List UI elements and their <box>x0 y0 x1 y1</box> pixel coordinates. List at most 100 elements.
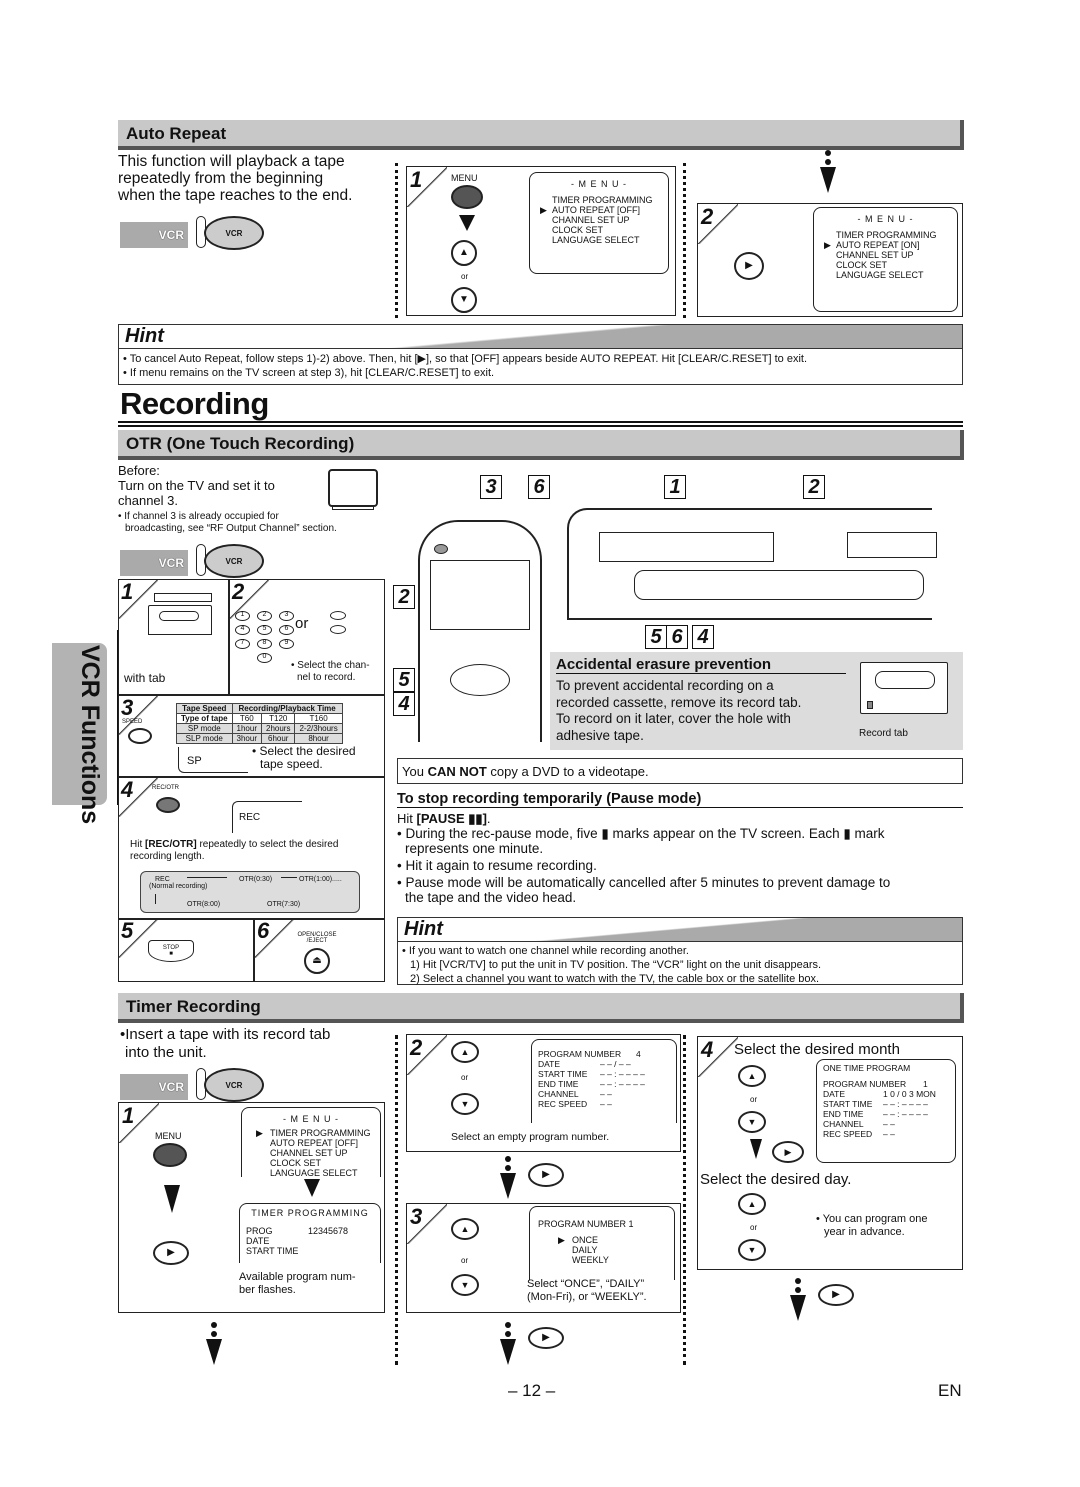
play-button[interactable]: ▶ <box>734 252 764 280</box>
otr-step-4: 4 REC/OTR REC Hit [REC/OTR] repeatedly t… <box>118 777 385 918</box>
down-button[interactable]: ▼ <box>451 287 477 313</box>
step-number: 1 <box>122 1103 135 1128</box>
pause-bullets: • During the rec-pause mode, five ▮ mark… <box>397 826 963 905</box>
up-button[interactable]: ▲ <box>451 1041 479 1063</box>
play-button[interactable]: ▶ <box>528 1163 564 1187</box>
timer-step-4: 4 Select the desired month ▲ or ▼ ▶ ONE … <box>697 1036 963 1270</box>
speed-button-label: SPEED <box>122 719 143 725</box>
option: WEEKLY <box>572 1255 609 1265</box>
timer-step-3: 3 ▲ or ▼ PROGRAM NUMBER 1 ▶ ONCE DAILY WE… <box>406 1203 681 1313</box>
otr-step-2: 2 1 2 3 4 5 6 7 8 9 0 or • Select the ch… <box>229 579 385 695</box>
digit-button[interactable]: 1 <box>235 611 250 621</box>
or-label: or <box>461 1256 469 1265</box>
digit-button[interactable]: 6 <box>279 625 294 635</box>
menu-item: CHANNEL SET UP <box>270 1148 348 1158</box>
cassette-icon <box>148 605 212 635</box>
option: DAILY <box>572 1245 598 1255</box>
down-button[interactable]: ▼ <box>738 1111 766 1133</box>
menu-button[interactable] <box>451 185 483 209</box>
step-number: 3 <box>410 1204 423 1229</box>
otr-header: OTR (One Touch Recording) <box>118 430 964 460</box>
digit-button[interactable]: 3 <box>279 611 294 621</box>
hint-line: 1) Hit [VCR/TV] to put the unit in TV po… <box>410 959 822 971</box>
program-type-screen: PROGRAM NUMBER 1 ▶ ONCE DAILY WEEKLY <box>529 1206 675 1280</box>
up-button[interactable]: ▲ <box>738 1193 766 1215</box>
intro-line: This function will playback a tape <box>118 153 345 170</box>
or-label: or <box>750 1095 758 1104</box>
play-button[interactable]: ▶ <box>153 1241 189 1265</box>
hint-line: 2) Select a channel you want to watch wi… <box>410 973 820 985</box>
play-button[interactable]: ▶ <box>528 1327 564 1349</box>
table-row: SP mode 1hour 2hours 2-2/3hours <box>176 723 343 734</box>
stop-button[interactable]: STOP ■ <box>148 940 194 962</box>
down-button[interactable]: ▼ <box>738 1239 766 1261</box>
step-number: 1 <box>121 579 134 604</box>
digit-button[interactable]: 0 <box>257 653 272 663</box>
down-button[interactable]: ▼ <box>451 1274 479 1296</box>
pause-hit: Hit [PAUSE ▮▮]. <box>397 811 491 826</box>
selection-arrow-icon: ▶ <box>256 1128 263 1138</box>
bullet-line: • Hit it again to resume recording. <box>397 858 597 873</box>
timer-step-2: 2 ▲ or ▼ PROGRAM NUMBER 4 DATE – – / – – S… <box>406 1034 681 1152</box>
menu-item: TIMER PROGRAMMING <box>552 195 653 205</box>
cassette-slot <box>599 532 774 562</box>
continue-arrow-icon <box>500 1322 516 1365</box>
control-panel <box>634 570 924 600</box>
tape-speed-table: Tape Speed Recording/Playback Time Type … <box>176 703 343 744</box>
rec-otr-button[interactable] <box>156 797 180 813</box>
selection-arrow-icon: ▶ <box>824 240 831 250</box>
digit-button[interactable]: 4 <box>235 625 250 635</box>
otr-title: OTR (One Touch Recording) <box>126 434 355 453</box>
dotted-divider <box>683 1035 686 1365</box>
digit-button[interactable]: 8 <box>257 639 272 649</box>
up-button[interactable]: ▲ <box>451 1218 479 1240</box>
play-button[interactable]: ▶ <box>772 1141 804 1163</box>
continue-arrow-icon <box>790 1278 806 1321</box>
digit-button[interactable]: 7 <box>235 639 250 649</box>
cannot-copy-note: You CAN NOT copy a DVD to a videotape. <box>397 758 963 784</box>
step-3-note: • Select the desired tape speed. <box>252 744 356 771</box>
auto-repeat-step-2: 2 ▶ - M E N U - TIMER PROGRAMMING ▶ AUTO … <box>697 203 963 317</box>
speed-button[interactable] <box>128 728 152 744</box>
eject-button[interactable]: ⏏ <box>304 948 330 974</box>
accidental-erasure-box: Accidental erasure prevention To prevent… <box>550 652 963 750</box>
before-note: broadcasting, see “RF Output Channel” se… <box>125 523 337 534</box>
menu-button-label: MENU <box>451 173 478 183</box>
step-number: 2 <box>701 204 714 229</box>
menu-item: AUTO REPEAT [OFF] <box>270 1138 359 1148</box>
row: END TIME – – : – – – – <box>823 1109 928 1119</box>
row: REC SPEED – – <box>823 1129 895 1139</box>
dotted-divider <box>395 1035 398 1365</box>
hint-box-otr: Hint • If you want to watch one channel … <box>397 917 963 985</box>
otr-step-5: 5 STOP ■ <box>118 918 253 982</box>
menu-button[interactable] <box>153 1143 187 1167</box>
select-day-heading: Select the desired day. <box>700 1171 852 1188</box>
auto-repeat-intro: This function will playback a tape repea… <box>118 153 388 204</box>
channel-up-down-buttons[interactable] <box>330 611 348 637</box>
pause-mode-section: To stop recording temporarily (Pause mod… <box>397 791 963 905</box>
digit-button[interactable]: 9 <box>279 639 294 649</box>
down-button[interactable]: ▼ <box>451 1093 479 1115</box>
menu-screen: - M E N U - ▶ TIMER PROGRAMMING AUTO REPE… <box>241 1107 381 1178</box>
digit-button[interactable]: 2 <box>257 611 272 621</box>
selection-arrow-icon: ▶ <box>540 205 547 215</box>
row: CHANNEL – – <box>823 1119 895 1129</box>
with-tab-label: with tab <box>124 671 166 685</box>
cassette-icon <box>860 662 948 714</box>
title-rule <box>118 425 963 427</box>
up-button[interactable]: ▲ <box>451 240 477 266</box>
program-screen: PROGRAM NUMBER 4 DATE – – / – – START TIME… <box>531 1039 677 1123</box>
menu-button-label: MENU <box>155 1131 182 1141</box>
table-header: Type of tape <box>176 713 233 724</box>
or-label: or <box>750 1223 758 1232</box>
pause-title: To stop recording temporarily (Pause mod… <box>397 791 963 808</box>
row: START TIME – – : – – – – <box>823 1099 928 1109</box>
digit-button[interactable]: 5 <box>257 625 272 635</box>
up-button[interactable]: ▲ <box>738 1065 766 1087</box>
otr-step-6: 6 OPEN/CLOSE /EJECT ⏏ <box>254 918 385 982</box>
play-button[interactable]: ▶ <box>818 1284 854 1306</box>
step-number: 3 <box>121 695 134 720</box>
continue-arrow-icon <box>206 1322 222 1365</box>
step-2-note: • Select the chan- nel to record. <box>291 660 370 683</box>
callout-1-unit: 1 <box>664 475 686 499</box>
